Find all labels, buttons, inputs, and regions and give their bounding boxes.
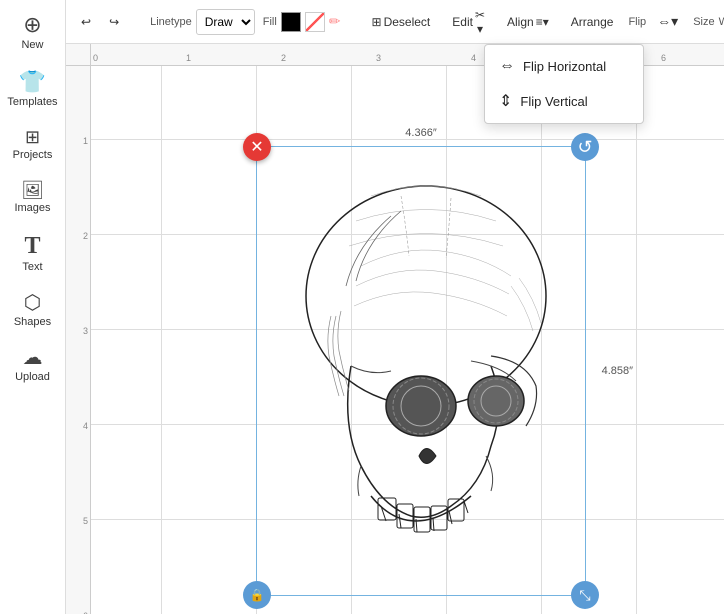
sidebar-item-label: Images <box>14 202 50 214</box>
edit-dropdown-icon: ✂▾ <box>475 8 485 36</box>
delete-handle[interactable]: ✕ <box>243 133 271 161</box>
sidebar-item-images[interactable]: 🖼 Images <box>0 171 65 224</box>
size-group: Size W H <box>693 9 724 35</box>
arrange-label: Arrange <box>571 15 614 29</box>
sidebar: ⊕ New 👕 Templates ⊞ Projects 🖼 Images T … <box>0 0 66 614</box>
ruler-v-3: 3 <box>83 326 88 336</box>
align-button[interactable]: Align ≡▾ <box>500 12 556 32</box>
main-area: ↩ ↪ Linetype Draw Fill ✏ ⊞ Deselect Edit… <box>66 0 724 614</box>
no-fill-indicator <box>305 12 325 32</box>
undo-redo-group: ↩ ↪ <box>74 12 126 32</box>
ruler-h-2: 2 <box>281 53 286 63</box>
sidebar-item-projects[interactable]: ⊞ Projects <box>0 118 65 171</box>
lock-icon: 🔒 <box>250 588 265 602</box>
ruler-vertical: 1 2 3 4 5 6 7 <box>66 66 91 614</box>
pencil-icon: ✏ <box>329 13 341 30</box>
ruler-h-4: 4 <box>471 53 476 63</box>
flip-vertical-label: Flip Vertical <box>520 94 587 109</box>
fill-color-swatch[interactable] <box>281 12 301 32</box>
rotate-icon: ↺ <box>577 137 592 158</box>
edit-label: Edit <box>452 15 473 29</box>
ruler-h-0: 0 <box>93 53 98 63</box>
deselect-button[interactable]: ⊞ Deselect <box>365 12 438 32</box>
upload-icon: ☁ <box>23 348 43 368</box>
ruler-v-2: 2 <box>83 231 88 241</box>
flip-group: Flip ⇔▾ <box>628 10 685 33</box>
ruler-v-4: 4 <box>83 421 88 431</box>
ruler-corner <box>66 44 91 66</box>
sidebar-item-templates[interactable]: 👕 Templates <box>0 61 65 118</box>
sidebar-item-label: New <box>21 39 43 51</box>
templates-icon: 👕 <box>19 71 46 93</box>
flip-button[interactable]: ⇔▾ <box>650 10 685 33</box>
sidebar-item-new[interactable]: ⊕ New <box>0 4 65 61</box>
flip-dropdown: ⇔ Flip Horizontal ⇕ Flip Vertical <box>484 44 644 124</box>
delete-icon: ✕ <box>250 137 263 157</box>
ruler-h-1: 1 <box>186 53 191 63</box>
fill-group: Fill ✏ <box>263 12 341 32</box>
shapes-icon: ⬡ <box>24 293 41 313</box>
scale-icon: ⤡ <box>579 587 590 604</box>
width-label-w: W <box>719 16 724 28</box>
canvas-content: 4.366″ 4.858″ ✕ ↺ 🔒 ⤡ <box>91 66 724 614</box>
sidebar-item-label: Shapes <box>14 316 51 328</box>
new-icon: ⊕ <box>23 14 41 36</box>
lock-handle[interactable]: 🔒 <box>243 581 271 609</box>
redo-button[interactable]: ↪ <box>102 12 126 32</box>
ruler-v-5: 5 <box>83 516 88 526</box>
rotate-handle[interactable]: ↺ <box>571 133 599 161</box>
flip-label: Flip <box>628 16 646 28</box>
sidebar-item-label: Templates <box>7 96 57 108</box>
align-icon: ≡▾ <box>536 15 549 29</box>
ruler-v-1: 1 <box>83 136 88 146</box>
edit-button[interactable]: Edit ✂▾ <box>445 5 492 39</box>
canvas-area[interactable]: 0 1 2 3 4 5 6 1 2 3 4 5 6 7 <box>66 44 724 614</box>
sidebar-item-label: Upload <box>15 371 50 383</box>
align-label: Align <box>507 15 534 29</box>
canvas-height-label: 4.858″ <box>602 365 633 377</box>
sidebar-item-label: Projects <box>13 149 53 161</box>
sidebar-item-shapes[interactable]: ⬡ Shapes <box>0 283 65 338</box>
images-icon: 🖼 <box>21 181 44 199</box>
selection-box: 4.366″ 4.858″ ✕ ↺ 🔒 ⤡ <box>256 146 586 596</box>
flip-horizontal-icon: ⇔ <box>499 57 515 75</box>
linetype-group: Linetype Draw <box>150 9 255 35</box>
flip-vertical-icon: ⇕ <box>499 91 512 111</box>
size-label: Size <box>693 16 714 28</box>
canvas-width-label: 4.366″ <box>405 127 436 139</box>
deselect-label: Deselect <box>384 15 431 29</box>
sidebar-item-text[interactable]: T Text <box>0 224 65 283</box>
flip-vertical-option[interactable]: ⇕ Flip Vertical <box>485 83 643 119</box>
ruler-h-3: 3 <box>376 53 381 63</box>
flip-horizontal-label: Flip Horizontal <box>523 59 606 74</box>
sidebar-item-label: Text <box>22 261 42 273</box>
scale-handle[interactable]: ⤡ <box>571 581 599 609</box>
deselect-icon: ⊞ <box>372 15 382 29</box>
undo-button[interactable]: ↩ <box>74 12 98 32</box>
arrange-button[interactable]: Arrange <box>564 12 621 32</box>
projects-icon: ⊞ <box>25 128 40 146</box>
flip-horizontal-option[interactable]: ⇔ Flip Horizontal <box>485 49 643 83</box>
toolbar: ↩ ↪ Linetype Draw Fill ✏ ⊞ Deselect Edit… <box>66 0 724 44</box>
text-icon: T <box>24 234 40 258</box>
ruler-h-6: 6 <box>661 53 666 63</box>
linetype-select[interactable]: Draw <box>196 9 255 35</box>
sidebar-item-upload[interactable]: ☁ Upload <box>0 338 65 393</box>
linetype-label: Linetype <box>150 16 192 28</box>
fill-label: Fill <box>263 16 277 28</box>
